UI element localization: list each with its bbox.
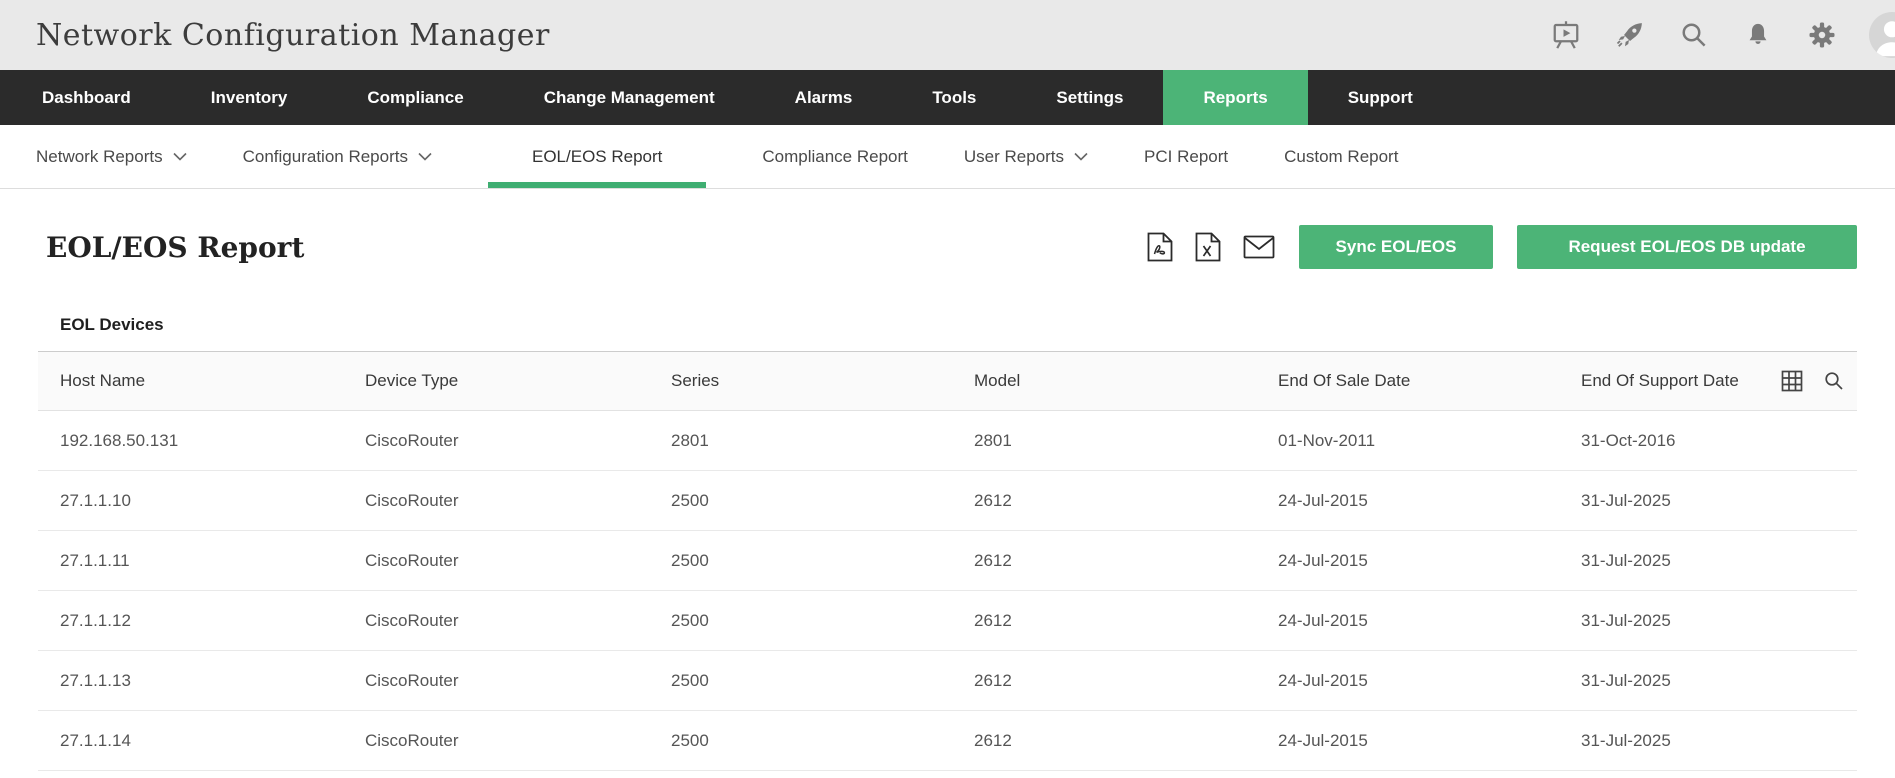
cell-series: 2801 <box>671 431 974 451</box>
cell-host-name: 27.1.1.14 <box>60 731 365 751</box>
cell-end-of-sale-date: 24-Jul-2015 <box>1278 491 1581 511</box>
cell-series: 2500 <box>671 611 974 631</box>
chevron-down-icon <box>173 152 187 161</box>
table-columns-icon[interactable] <box>1781 370 1803 392</box>
chevron-down-icon <box>1074 152 1088 161</box>
cell-end-of-support-date: 31-Jul-2025 <box>1581 671 1857 691</box>
cell-host-name: 192.168.50.131 <box>60 431 365 451</box>
cell-end-of-support-date: 31-Jul-2025 <box>1581 491 1857 511</box>
app-title: Network Configuration Manager <box>36 18 550 53</box>
cell-end-of-sale-date: 24-Jul-2015 <box>1278 551 1581 571</box>
cell-end-of-support-date: 31-Jul-2025 <box>1581 731 1857 751</box>
nav-item-settings[interactable]: Settings <box>1016 70 1163 125</box>
cell-model: 2612 <box>974 491 1278 511</box>
user-avatar[interactable] <box>1869 12 1895 58</box>
table-row: 27.1.1.14 CiscoRouter 2500 2612 24-Jul-2… <box>38 711 1857 771</box>
page-title: EOL/EOS Report <box>46 231 304 264</box>
excel-export-icon[interactable] <box>1195 232 1221 262</box>
table-row: 27.1.1.13 CiscoRouter 2500 2612 24-Jul-2… <box>38 651 1857 711</box>
export-icon-group <box>1147 232 1275 262</box>
column-header-host-name: Host Name <box>60 371 365 391</box>
top-header: Network Configuration Manager <box>0 0 1895 70</box>
table-header-row: Host Name Device Type Series Model End O… <box>38 351 1857 411</box>
cell-model: 2612 <box>974 731 1278 751</box>
nav-item-tools[interactable]: Tools <box>892 70 1016 125</box>
page-title-row: EOL/EOS Report Sync EOL/EOS Request EOL/… <box>0 189 1895 269</box>
cell-end-of-sale-date: 24-Jul-2015 <box>1278 731 1581 751</box>
reports-sub-nav: Network Reports Configuration Reports EO… <box>0 125 1895 189</box>
chevron-down-icon <box>418 152 432 161</box>
cell-device-type: CiscoRouter <box>365 491 671 511</box>
tab-eol-eos-report[interactable]: EOL/EOS Report <box>488 125 706 188</box>
cell-model: 2801 <box>974 431 1278 451</box>
column-header-model: Model <box>974 371 1278 391</box>
table-search-icon[interactable] <box>1823 370 1845 392</box>
cell-device-type: CiscoRouter <box>365 671 671 691</box>
tab-label: EOL/EOS Report <box>532 147 662 167</box>
column-header-series: Series <box>671 371 974 391</box>
nav-item-change-management[interactable]: Change Management <box>504 70 755 125</box>
cell-series: 2500 <box>671 551 974 571</box>
cell-host-name: 27.1.1.12 <box>60 611 365 631</box>
rocket-icon[interactable] <box>1613 18 1647 52</box>
sync-eol-eos-button[interactable]: Sync EOL/EOS <box>1299 225 1493 269</box>
bell-icon[interactable] <box>1741 18 1775 52</box>
cell-end-of-sale-date: 24-Jul-2015 <box>1278 611 1581 631</box>
cell-series: 2500 <box>671 671 974 691</box>
tab-user-reports[interactable]: User Reports <box>964 125 1088 188</box>
tab-label: PCI Report <box>1144 147 1228 167</box>
table-row: 192.168.50.131 CiscoRouter 2801 2801 01-… <box>38 411 1857 471</box>
table-row: 27.1.1.11 CiscoRouter 2500 2612 24-Jul-2… <box>38 531 1857 591</box>
cell-end-of-support-date: 31-Oct-2016 <box>1581 431 1857 451</box>
tab-custom-report[interactable]: Custom Report <box>1284 125 1398 188</box>
cell-series: 2500 <box>671 731 974 751</box>
column-header-device-type: Device Type <box>365 371 671 391</box>
request-eol-eos-db-update-button[interactable]: Request EOL/EOS DB update <box>1517 225 1857 269</box>
cell-model: 2612 <box>974 611 1278 631</box>
cell-host-name: 27.1.1.13 <box>60 671 365 691</box>
tab-configuration-reports[interactable]: Configuration Reports <box>243 125 432 188</box>
cell-device-type: CiscoRouter <box>365 431 671 451</box>
section-title: EOL Devices <box>38 315 1857 351</box>
cell-model: 2612 <box>974 551 1278 571</box>
tab-label: Configuration Reports <box>243 147 408 167</box>
table-row: 27.1.1.12 CiscoRouter 2500 2612 24-Jul-2… <box>38 591 1857 651</box>
active-tab-underline <box>488 182 706 188</box>
nav-item-dashboard[interactable]: Dashboard <box>2 70 171 125</box>
cell-model: 2612 <box>974 671 1278 691</box>
eol-devices-section: EOL Devices Host Name Device Type Series… <box>38 315 1857 771</box>
nav-item-reports[interactable]: Reports <box>1163 70 1307 125</box>
cell-end-of-sale-date: 01-Nov-2011 <box>1278 431 1581 451</box>
email-report-icon[interactable] <box>1243 235 1275 259</box>
cell-end-of-support-date: 31-Jul-2025 <box>1581 551 1857 571</box>
cell-device-type: CiscoRouter <box>365 731 671 751</box>
cell-end-of-sale-date: 24-Jul-2015 <box>1278 671 1581 691</box>
cell-device-type: CiscoRouter <box>365 611 671 631</box>
cell-host-name: 27.1.1.11 <box>60 551 365 571</box>
cell-host-name: 27.1.1.10 <box>60 491 365 511</box>
tab-label: Network Reports <box>36 147 163 167</box>
nav-item-compliance[interactable]: Compliance <box>327 70 503 125</box>
tab-label: Compliance Report <box>762 147 908 167</box>
main-nav: Dashboard Inventory Compliance Change Ma… <box>0 70 1895 125</box>
column-header-end-of-sale-date: End Of Sale Date <box>1278 371 1581 391</box>
tab-network-reports[interactable]: Network Reports <box>36 125 187 188</box>
presentation-icon[interactable] <box>1549 18 1583 52</box>
cell-device-type: CiscoRouter <box>365 551 671 571</box>
table-row: 27.1.1.10 CiscoRouter 2500 2612 24-Jul-2… <box>38 471 1857 531</box>
gear-icon[interactable] <box>1805 18 1839 52</box>
tab-compliance-report[interactable]: Compliance Report <box>762 125 908 188</box>
nav-item-support[interactable]: Support <box>1308 70 1453 125</box>
pdf-export-icon[interactable] <box>1147 232 1173 262</box>
cell-end-of-support-date: 31-Jul-2025 <box>1581 611 1857 631</box>
tab-label: User Reports <box>964 147 1064 167</box>
nav-item-inventory[interactable]: Inventory <box>171 70 328 125</box>
table-tools <box>1781 370 1845 392</box>
tab-label: Custom Report <box>1284 147 1398 167</box>
tab-pci-report[interactable]: PCI Report <box>1144 125 1228 188</box>
nav-item-alarms[interactable]: Alarms <box>755 70 893 125</box>
header-icon-bar <box>1549 12 1895 58</box>
cell-series: 2500 <box>671 491 974 511</box>
search-icon[interactable] <box>1677 18 1711 52</box>
